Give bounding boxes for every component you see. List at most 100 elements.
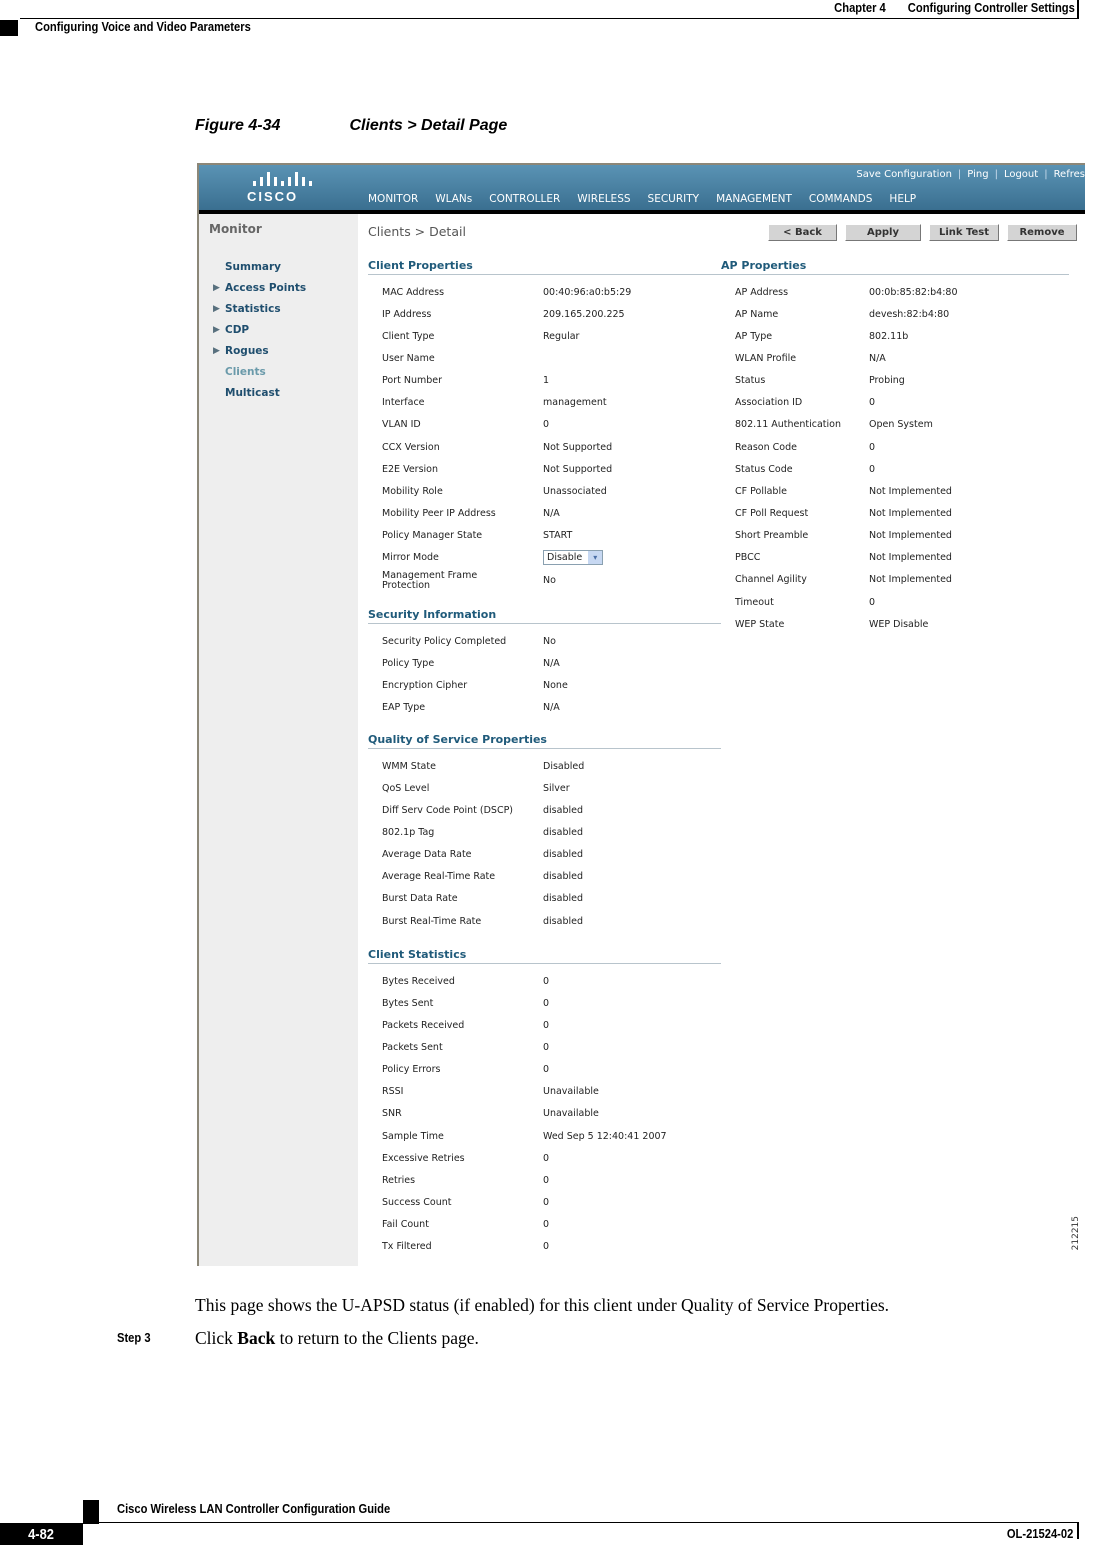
field-label: 802.1p Tag [382, 826, 435, 838]
field-value: Not Supported [543, 463, 613, 475]
expand-arrow-icon: ▶ [213, 303, 220, 314]
nav-monitor[interactable]: MONITOR [359, 193, 427, 214]
sidebar-item-label: Summary [225, 260, 282, 273]
field-value: START [543, 530, 573, 542]
sidebar-item-access-points[interactable]: ▶ Access Points [213, 277, 306, 298]
table-row: Diff Serv Code Point (DSCP) disabled [382, 799, 721, 821]
table-row: Tx Filtered 0 [382, 1236, 721, 1258]
field-value: N/A [543, 657, 560, 669]
field-label: CF Pollable [735, 485, 787, 497]
sidebar-item-rogues[interactable]: ▶ Rogues [213, 340, 306, 361]
section-title: AP Properties [721, 259, 1069, 275]
field-value: WEP Disable [869, 618, 929, 630]
field-label: Average Data Rate [382, 849, 472, 861]
sidebar-item-statistics[interactable]: ▶ Statistics [213, 298, 306, 319]
ping-link[interactable]: Ping [967, 169, 988, 180]
save-configuration-link[interactable]: Save Configuration [856, 169, 952, 180]
table-row: CF Poll Request Not Implemented [735, 502, 1069, 524]
field-label: PBCC [735, 552, 761, 564]
table-row: Policy Type N/A [382, 652, 721, 674]
table-row: Port Number 1 [382, 370, 721, 392]
table-row: CCX Version Not Supported [382, 436, 721, 458]
mirror-mode-select[interactable]: Disable ▾ [543, 550, 604, 566]
table-row: QoS Level Silver [382, 777, 721, 799]
table-row: 802.11 Authentication Open System [735, 414, 1069, 436]
expand-arrow-icon: ▶ [213, 282, 220, 293]
field-value: 0 [543, 419, 550, 431]
refresh-link[interactable]: Refres [1054, 169, 1085, 180]
expand-arrow-icon: ▶ [213, 345, 220, 356]
field-value: Open System [869, 419, 933, 431]
table-row: RSSI Unavailable [382, 1081, 721, 1103]
sidebar-item-label: Clients [225, 365, 266, 378]
footer-rule [83, 1522, 1079, 1523]
table-row: Retries 0 [382, 1169, 721, 1191]
field-value: Probing [869, 375, 905, 387]
field-value: 0 [869, 397, 876, 409]
field-value: disabled [543, 871, 583, 883]
field-label: Bytes Received [382, 975, 455, 987]
figure-caption: Figure 4-34 Clients > Detail Page [195, 117, 507, 135]
nav-wireless[interactable]: WIRELESS [568, 193, 638, 210]
table-row: Average Real-Time Rate disabled [382, 866, 721, 888]
section-title: Client Properties [368, 259, 721, 275]
field-value: 00:0b:85:82:b4:80 [869, 286, 958, 298]
table-row: AP Name devesh:82:b4:80 [735, 303, 1069, 325]
link-test-button[interactable]: Link Test [929, 224, 999, 241]
field-label: Packets Sent [382, 1041, 443, 1053]
table-row: Short Preamble Not Implemented [735, 525, 1069, 547]
sidebar-item-cdp[interactable]: ▶ CDP [213, 319, 306, 340]
field-label: User Name [382, 352, 435, 364]
table-row: Status Probing [735, 370, 1069, 392]
table-row: Mirror Mode Disable ▾ [382, 547, 721, 569]
cisco-wordmark: CISCO [247, 189, 299, 204]
section-title: Quality of Service Properties [368, 733, 721, 749]
field-value: disabled [543, 826, 583, 838]
sidebar-item-clients[interactable]: Clients [213, 361, 306, 382]
field-label: RSSI [382, 1086, 404, 1098]
nav-management[interactable]: MANAGEMENT [707, 193, 800, 210]
nav-commands[interactable]: COMMANDS [800, 193, 881, 210]
field-label: Policy Errors [382, 1064, 441, 1076]
page-number-text: 4-82 [28, 1525, 55, 1543]
field-value: Disabled [543, 760, 585, 772]
nav-security[interactable]: SECURITY [639, 193, 708, 210]
table-row: Packets Sent 0 [382, 1036, 721, 1058]
field-label: Mirror Mode [382, 552, 439, 564]
table-row: Burst Real-Time Rate disabled [382, 910, 721, 932]
apply-button[interactable]: Apply [845, 224, 921, 241]
table-row: Mobility Role Unassociated [382, 480, 721, 502]
back-button[interactable]: < Back [768, 224, 837, 241]
remove-button[interactable]: Remove [1007, 224, 1077, 241]
nav-controller[interactable]: CONTROLLER [480, 193, 568, 210]
expand-arrow-icon: ▶ [213, 324, 220, 335]
table-row: EAP Type N/A [382, 696, 721, 718]
field-label: VLAN ID [382, 419, 421, 431]
table-row: Excessive Retries 0 [382, 1147, 721, 1169]
field-value: Not Implemented [869, 485, 952, 497]
table-row: Status Code 0 [735, 458, 1069, 480]
sidebar-menu: Summary ▶ Access Points ▶ Statistics ▶ CDP … [213, 256, 306, 403]
sidebar-item-label: CDP [225, 323, 250, 336]
table-row: AP Type 802.11b [735, 325, 1069, 347]
field-label: Policy Manager State [382, 530, 483, 542]
nav-wlans[interactable]: WLANs [426, 193, 480, 210]
table-row: Reason Code 0 [735, 436, 1069, 458]
field-label: MAC Address [382, 286, 445, 298]
running-header-chapter: Chapter 4 Configuring Controller Setting… [834, 0, 1075, 18]
table-row: 802.1p Tag disabled [382, 821, 721, 843]
table-row: Encryption Cipher None [382, 674, 721, 696]
field-value: N/A [543, 507, 560, 519]
nav-help[interactable]: HELP [880, 193, 924, 210]
field-label: Retries [382, 1174, 416, 1186]
top-banner: CISCO Save Configuration | Ping | Logout | Ref… [199, 165, 1085, 214]
field-label: Success Count [382, 1196, 452, 1208]
field-label: AP Name [735, 308, 779, 320]
chevron-down-icon[interactable]: ▾ [588, 551, 603, 565]
security-information-table: Security Policy Completed No Policy Type N/… [382, 630, 721, 719]
logout-link[interactable]: Logout [1004, 169, 1038, 180]
field-value: Not Supported [543, 441, 613, 453]
utility-links: Save Configuration | Ping | Logout | Refres [856, 169, 1085, 180]
sidebar-item-multicast[interactable]: Multicast [213, 382, 306, 403]
sidebar-item-summary[interactable]: Summary [213, 256, 306, 277]
